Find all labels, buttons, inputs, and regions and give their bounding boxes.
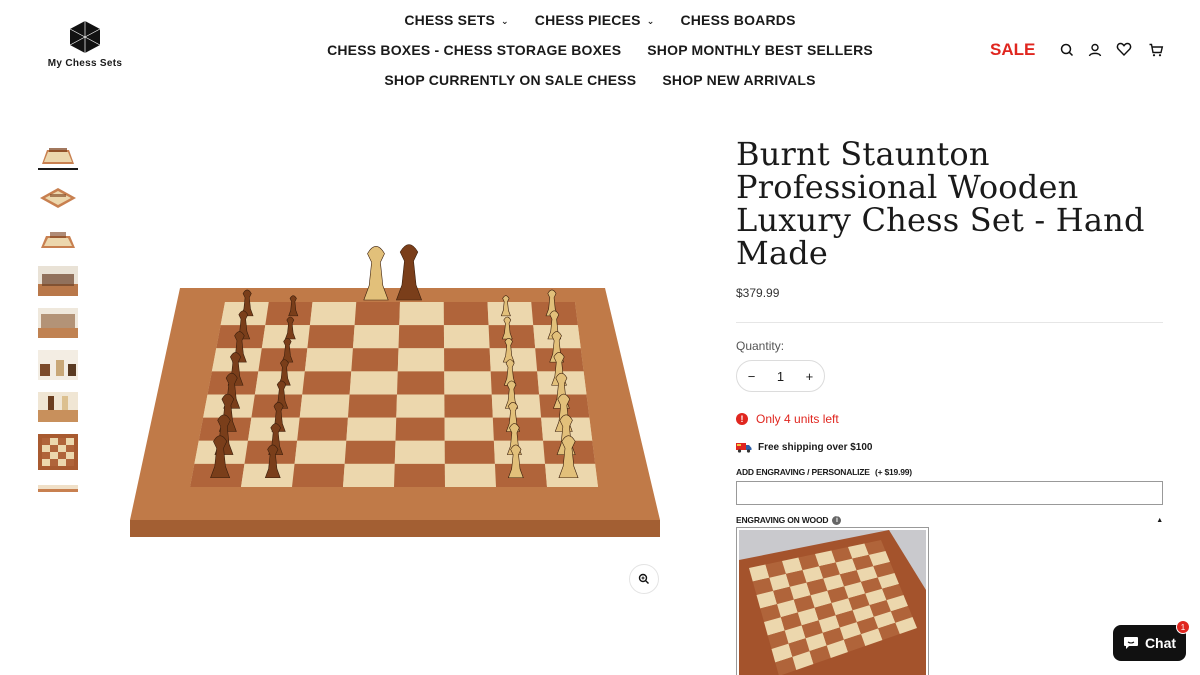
zoom-button[interactable] — [629, 564, 659, 594]
main-product-image[interactable] — [120, 230, 670, 550]
chat-button[interactable]: Chat — [1113, 625, 1186, 661]
engraving-input[interactable] — [736, 481, 1163, 505]
board-square — [444, 417, 494, 441]
board-square — [395, 417, 445, 441]
nav-chess-sets[interactable]: CHESS SETS ⌄ — [404, 12, 508, 28]
engraving-option-image[interactable] — [736, 527, 929, 675]
thumbnail-1[interactable] — [38, 140, 78, 170]
account-icon[interactable] — [1087, 42, 1103, 58]
chat-notification-badge: 1 — [1176, 620, 1190, 634]
board-squares — [190, 302, 598, 487]
divider — [736, 322, 1163, 323]
search-icon[interactable] — [1059, 42, 1075, 58]
thumbnail-8[interactable] — [38, 434, 78, 470]
board-square — [397, 348, 445, 372]
engraving-on-wood-header[interactable]: ENGRAVING ON WOOD i ▲ — [736, 515, 1163, 525]
nav-best-sellers[interactable]: SHOP MONTHLY BEST SELLERS — [647, 42, 873, 58]
board-square — [394, 463, 445, 487]
board-square — [488, 325, 536, 349]
thumbnail-4[interactable] — [38, 266, 78, 296]
board-square — [398, 325, 445, 349]
board-square — [299, 394, 350, 418]
board-square — [307, 325, 355, 349]
board-square — [396, 394, 445, 418]
board-square — [351, 348, 399, 372]
nav-sale-link[interactable]: SALE — [990, 40, 1035, 60]
nav-new-arrivals[interactable]: SHOP NEW ARRIVALS — [662, 72, 815, 88]
engraving-price: (+ $19.99) — [874, 467, 912, 477]
quantity-decrease-button[interactable]: − — [748, 369, 756, 384]
chess-piece — [395, 244, 423, 301]
board-edge — [130, 520, 660, 537]
info-icon[interactable]: i — [832, 515, 842, 525]
board-square — [304, 348, 353, 372]
board-square — [297, 417, 348, 441]
board-square — [343, 463, 395, 487]
product-price: $379.99 — [736, 286, 780, 300]
board-square — [397, 371, 445, 395]
board-square — [443, 302, 489, 326]
quantity-stepper: − 1 + — [736, 360, 825, 392]
wishlist-heart-icon[interactable] — [1116, 41, 1132, 57]
board-square — [487, 302, 534, 326]
board-square — [294, 440, 347, 464]
alert-icon: ! — [736, 413, 748, 425]
cart-icon[interactable] — [1148, 42, 1164, 58]
main-nav-row-1: CHESS SETS ⌄ CHESS PIECES ⌄ CHESS BOARDS — [0, 12, 1200, 28]
chevron-down-icon: ⌄ — [501, 15, 509, 26]
thumbnail-9[interactable] — [38, 482, 78, 492]
chat-bubble-icon — [1123, 637, 1138, 649]
product-title: Burnt Staunton Professional Wooden Luxur… — [736, 135, 1145, 272]
brand-name: My Chess Sets — [47, 58, 123, 69]
thumbnail-6[interactable] — [38, 350, 78, 380]
shipping-notice: Free shipping over $100 — [736, 442, 1163, 453]
quantity-label: Quantity: — [736, 339, 785, 353]
board-square — [394, 440, 445, 464]
board-square — [352, 325, 400, 349]
delivery-truck-icon — [736, 443, 752, 453]
stock-text: Only 4 units left — [756, 412, 839, 426]
thumbnail-list — [38, 140, 78, 504]
chat-label: Chat — [1144, 635, 1177, 651]
board-square — [346, 417, 397, 441]
board-square — [309, 302, 357, 326]
chess-piece — [363, 246, 389, 301]
nav-chess-boxes[interactable]: CHESS BOXES - CHESS STORAGE BOXES — [327, 42, 621, 58]
thumbnail-3[interactable] — [38, 224, 78, 254]
board-square — [354, 302, 400, 326]
board-square — [444, 440, 495, 464]
board-square — [349, 371, 398, 395]
board-square — [347, 394, 397, 418]
chevron-down-icon: ⌄ — [646, 15, 655, 26]
thumbnail-5[interactable] — [38, 308, 78, 338]
board-square — [444, 463, 496, 487]
quantity-increase-button[interactable]: + — [806, 369, 814, 384]
shipping-text: Free shipping over $100 — [758, 442, 873, 453]
board-square — [444, 394, 493, 418]
product-info: Burnt Staunton Professional Wooden Luxur… — [736, 138, 1163, 675]
board-square — [292, 463, 345, 487]
board-square — [443, 325, 490, 349]
thumbnail-2[interactable] — [38, 182, 78, 212]
board-square — [444, 348, 491, 372]
board-square — [444, 371, 492, 395]
thumbnail-7[interactable] — [38, 392, 78, 422]
nav-chess-boards[interactable]: CHESS BOARDS — [680, 12, 795, 28]
nav-chess-pieces[interactable]: CHESS PIECES ⌄ — [535, 12, 655, 28]
engraving-on-wood-label: ENGRAVING ON WOOD — [736, 515, 829, 525]
stock-notice: ! Only 4 units left — [736, 412, 1163, 426]
board-square — [399, 302, 444, 326]
quantity-value[interactable]: 1 — [777, 369, 784, 384]
main-nav-row-3: SHOP CURRENTLY ON SALE CHESS SHOP NEW AR… — [0, 72, 1200, 88]
board-square — [344, 440, 396, 464]
nav-on-sale[interactable]: SHOP CURRENTLY ON SALE CHESS — [384, 72, 636, 88]
caret-up-icon[interactable]: ▲ — [1156, 517, 1163, 524]
board-square — [302, 371, 352, 395]
engraving-label: ADD ENGRAVING / PERSONALIZE (+ $19.99) — [736, 467, 912, 477]
zoom-in-icon — [638, 573, 649, 584]
